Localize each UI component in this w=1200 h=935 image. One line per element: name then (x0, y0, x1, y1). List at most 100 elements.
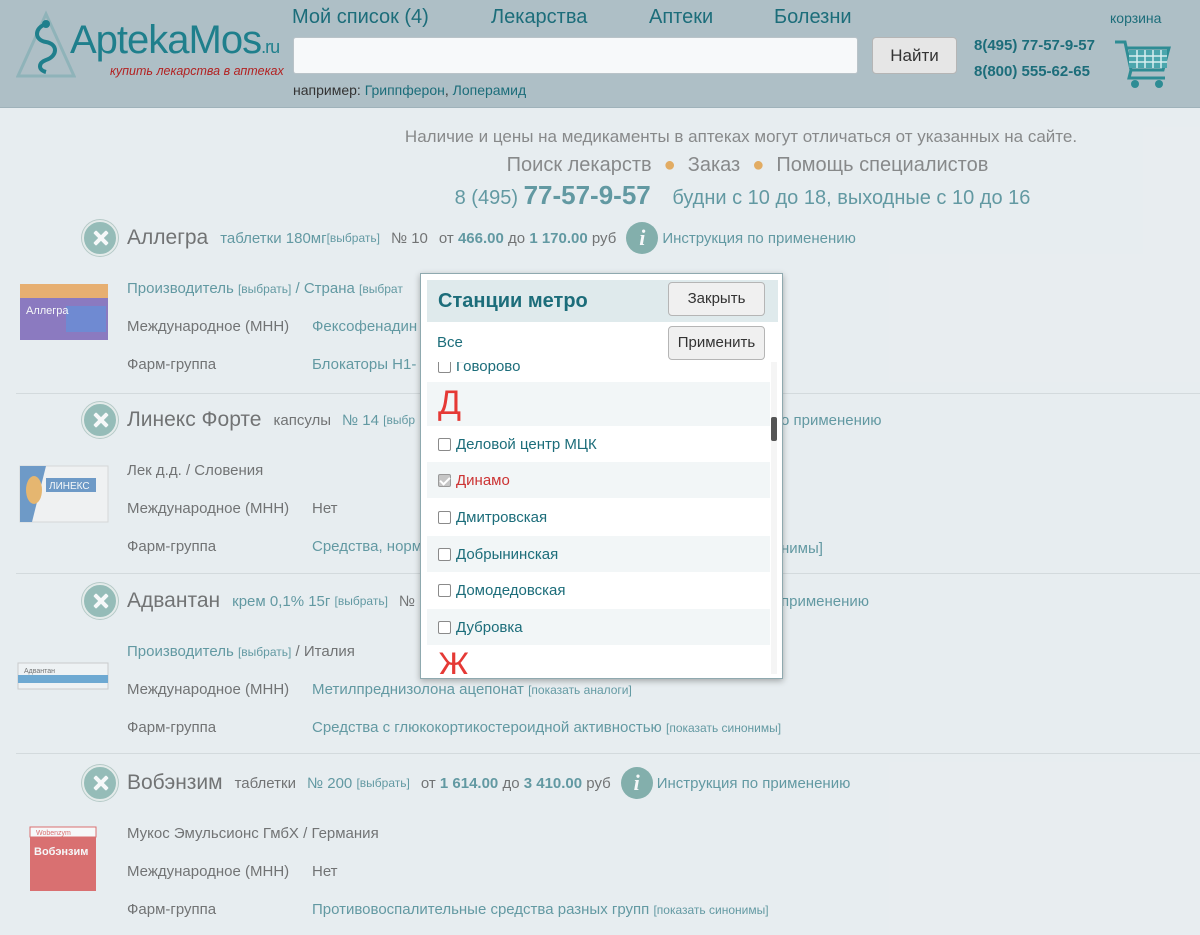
station-checkbox[interactable] (438, 620, 451, 634)
remove-circle-icon[interactable] (82, 402, 118, 438)
country-label[interactable]: / Италия (296, 643, 355, 660)
example-link-loperamide[interactable]: Лоперамид (453, 82, 527, 98)
choose-form-link[interactable]: [выбрать] (327, 231, 380, 245)
apply-button[interactable]: Применить (668, 326, 765, 360)
manufacturer-name[interactable]: Мукос Эмульсионс ГмбХ (127, 825, 299, 842)
linex-package-image: ЛИНЕКС (19, 465, 109, 523)
search-input[interactable] (293, 37, 858, 74)
availability-notice: Наличие и цены на медикаменты в аптеках … (404, 127, 1078, 146)
show-analogs-link[interactable]: [показать аналоги] (528, 683, 632, 697)
drug-form: крем 0,1% 15г (232, 592, 331, 610)
group-value[interactable]: Блокаторы Н1- (312, 356, 416, 373)
station-name: Домодедовская (456, 581, 566, 599)
manufacturer-row: Производитель [выбрать] / Италия (127, 643, 355, 660)
instruction-link[interactable]: Инструкция по применению (657, 775, 851, 792)
station-item[interactable]: Деловой центр МЦК (427, 426, 770, 462)
info-icon[interactable]: i (620, 767, 653, 799)
choose-manufacturer-link[interactable]: [выбрать] (238, 645, 291, 659)
price-to-label: до (508, 229, 526, 247)
phone-2[interactable]: 8(800) 555-62-65 (974, 59, 1095, 85)
show-synonyms-link[interactable]: нимы] (781, 540, 823, 557)
contact-phone-main[interactable]: 77-57-9-57 (524, 180, 651, 210)
drug-name[interactable]: Адвантан (127, 589, 220, 613)
logo-text-b: Mos (188, 18, 263, 62)
choose-form-link[interactable]: [выбр (383, 413, 415, 427)
country-label[interactable]: / Германия (303, 825, 379, 842)
group-value[interactable]: Противовоспалительные средства разных гр… (312, 901, 649, 918)
scrollbar-track[interactable] (771, 362, 777, 674)
group-label: Фарм-группа (127, 538, 217, 555)
service-help: Помощь специалистов (776, 154, 989, 176)
drug-title-row: Вобэнзим таблетки № 200 [выбрать] от 1 6… (82, 765, 850, 801)
svg-text:Wobenzym: Wobenzym (36, 830, 71, 837)
nav-my-list[interactable]: Мой список (4) (292, 6, 429, 29)
station-checkbox[interactable] (438, 510, 451, 524)
example-prefix: например: (293, 82, 361, 98)
scrollbar-thumb[interactable] (771, 417, 777, 441)
price-currency: руб (586, 774, 611, 792)
remove-circle-icon[interactable] (82, 583, 118, 619)
station-checkbox[interactable] (438, 362, 451, 373)
country-label[interactable]: / Словения (186, 462, 263, 479)
choose-form-link[interactable]: [выбрать] (335, 594, 388, 608)
drug-title-row: Линекс Форте капсулы № 14 [выбр (82, 402, 415, 438)
price-min: 1 614.00 (439, 774, 499, 792)
instruction-link[interactable]: применению (781, 593, 869, 610)
manufacturer-row: Мукос Эмульсионс ГмбХ / Германия (127, 825, 379, 842)
choose-form-link[interactable]: [выбрать] (356, 776, 409, 790)
remove-circle-icon[interactable] (82, 220, 118, 256)
find-button[interactable]: Найти (872, 37, 957, 74)
station-item[interactable]: Динамо (427, 462, 770, 498)
manufacturer-label[interactable]: Производитель (127, 643, 234, 660)
drug-name[interactable]: Вобэнзим (127, 771, 223, 795)
advantan-package-image: Адвантан (17, 662, 109, 690)
svg-text:Аллегра: Аллегра (26, 305, 69, 317)
letter-header-zh: Ж (438, 646, 470, 674)
nav-pharmacies[interactable]: Аптеки (649, 6, 713, 29)
station-item[interactable]: Домодедовская (427, 572, 770, 608)
logo-text: AptekaMos.ru (70, 18, 280, 63)
remove-circle-icon[interactable] (82, 765, 118, 801)
info-icon[interactable]: i (626, 222, 659, 254)
group-label: Фарм-группа (127, 356, 217, 373)
drug-name[interactable]: Линекс Форте (127, 408, 261, 432)
cart-label[interactable]: корзина (1110, 10, 1161, 26)
group-value[interactable]: Средства с глюкокортикостероидной активн… (312, 719, 662, 736)
group-value[interactable]: Средства, норм (312, 538, 422, 555)
modal-title: Станции метро (438, 290, 588, 312)
station-item[interactable]: Дубровка (427, 609, 770, 645)
station-item[interactable]: Дмитровская (427, 499, 770, 535)
shopping-cart-icon[interactable] (1113, 36, 1173, 91)
nav-medicines[interactable]: Лекарства (491, 6, 587, 29)
drug-name[interactable]: Аллегра (127, 226, 208, 250)
close-button[interactable]: Закрыть (668, 282, 765, 316)
station-checkbox[interactable] (438, 583, 451, 597)
select-all-link[interactable]: Все (437, 334, 463, 351)
drug-form: таблетки (234, 774, 296, 792)
inn-value[interactable]: Метилпреднизолона ацепонат (312, 681, 524, 698)
show-synonyms-link[interactable]: [показать синонимы] (666, 721, 781, 735)
station-checkbox-checked[interactable] (438, 473, 451, 487)
inn-value[interactable]: Фексофенадин (312, 318, 417, 335)
group-row: Противовоспалительные средства разных гр… (312, 901, 769, 918)
phone-1[interactable]: 8(495) 77-57-9-57 (974, 33, 1095, 59)
station-checkbox[interactable] (438, 437, 451, 451)
station-item[interactable]: Говорово (427, 362, 770, 384)
inn-label: Международное (МНН) (127, 681, 290, 698)
station-name: Динамо (456, 471, 510, 489)
price-from-label: от (420, 774, 436, 792)
manufacturer-name[interactable]: Лек д.д. (127, 462, 182, 479)
instruction-link[interactable]: о применению (781, 412, 882, 429)
show-synonyms-link[interactable]: [показать синонимы] (653, 903, 768, 917)
choose-manufacturer-link[interactable]: [выбрать] (238, 282, 291, 296)
site-logo[interactable]: AptekaMos.ru купить лекарства в аптеках (16, 8, 286, 88)
group-row: Средства с глюкокортикостероидной активн… (312, 719, 781, 736)
manufacturer-label[interactable]: Производитель (127, 280, 234, 297)
country-label[interactable]: / Страна (296, 280, 355, 297)
station-item[interactable]: Добрынинская (427, 536, 770, 572)
station-checkbox[interactable] (438, 547, 451, 561)
choose-country-link[interactable]: [выбрат (359, 282, 403, 296)
example-link-gripferon[interactable]: Гриппферон (365, 82, 445, 98)
instruction-link[interactable]: Инструкция по применению (662, 230, 856, 247)
nav-diseases[interactable]: Болезни (774, 6, 852, 29)
